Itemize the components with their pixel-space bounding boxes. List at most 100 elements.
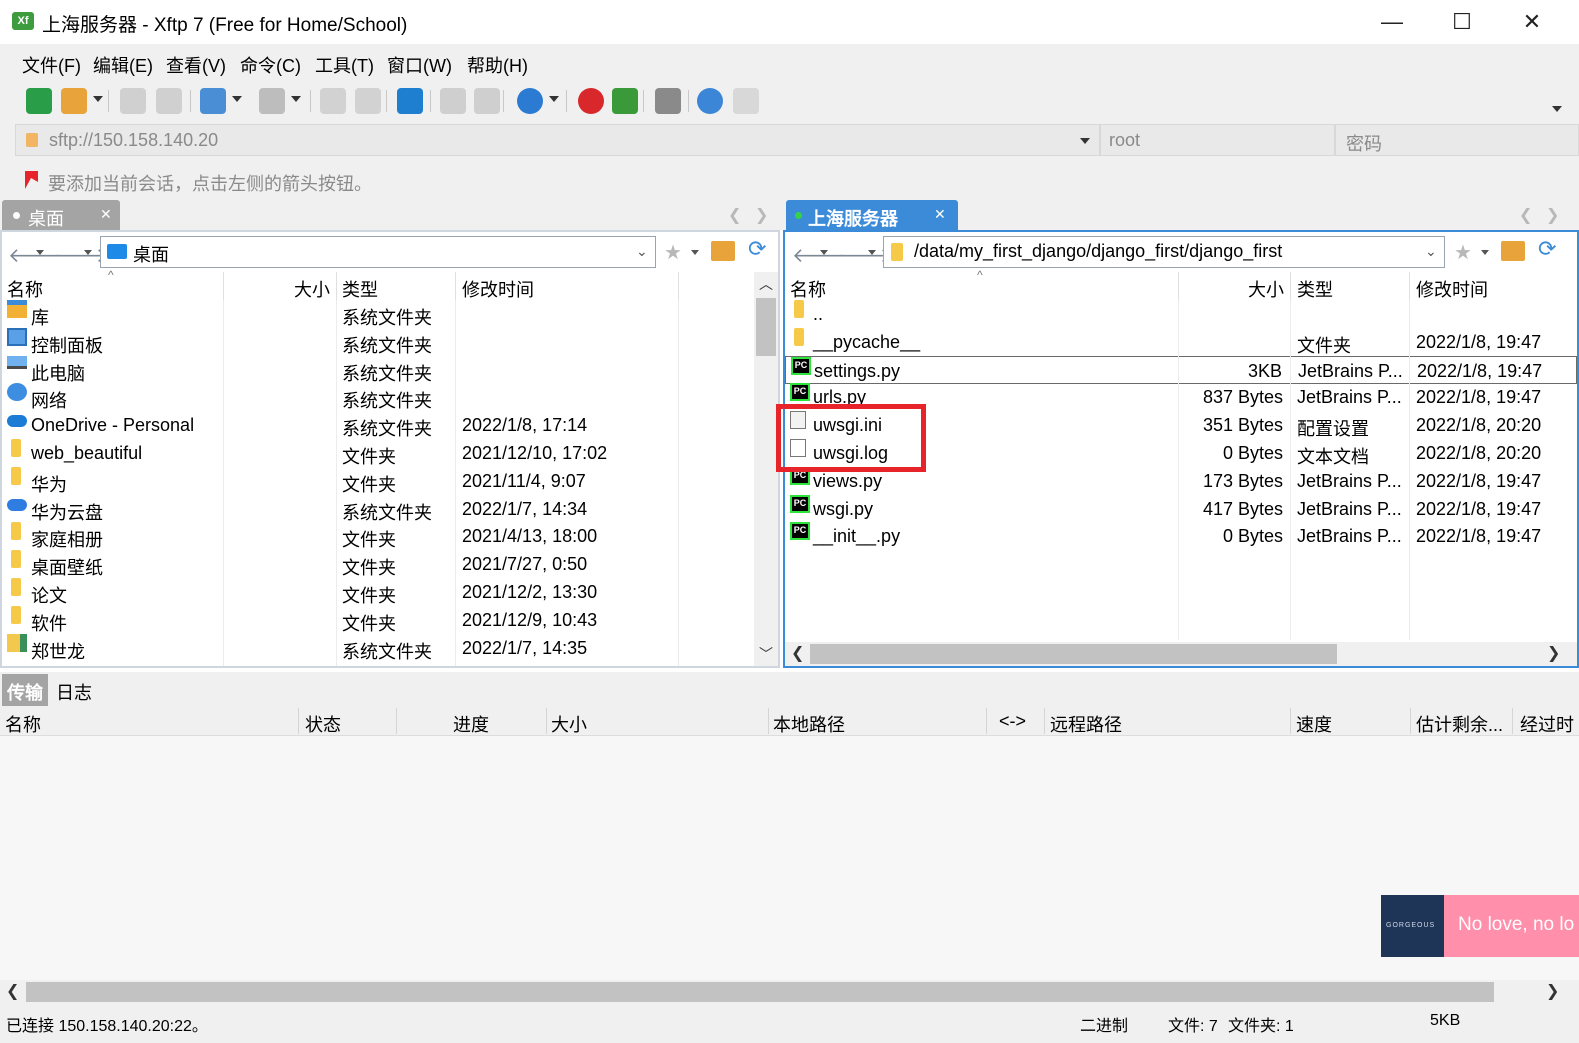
remote-path-input[interactable]: /data/my_first_django/django_first/djang…	[883, 236, 1445, 268]
menu-item[interactable]: 编辑(E)	[93, 52, 153, 78]
scroll-left-icon[interactable]: ❮	[791, 643, 804, 663]
table-row[interactable]: 软件 文件夹 2021/12/9, 10:43	[2, 605, 754, 634]
toolbar-overflow-icon[interactable]	[1552, 106, 1562, 112]
table-row[interactable]: ..	[785, 300, 1577, 328]
tab-scroll-left-icon[interactable]: ❮	[1519, 205, 1532, 225]
favorite-star-icon[interactable]: ★	[1454, 240, 1472, 265]
menu-item[interactable]: 窗口(W)	[387, 52, 452, 78]
dropdown-arrow-icon[interactable]	[93, 96, 103, 102]
table-row[interactable]: 家庭相册 文件夹 2021/4/13, 18:00	[2, 522, 754, 550]
transfer-col[interactable]: 大小	[551, 711, 587, 737]
password-field[interactable]: 密码	[1335, 124, 1579, 156]
scroll-down-icon[interactable]: ﹀	[759, 644, 773, 664]
tab-scroll-left-icon[interactable]: ❮	[728, 205, 741, 225]
scroll-thumb[interactable]	[756, 298, 776, 356]
sync-icon[interactable]	[200, 88, 226, 114]
table-row[interactable]: 华为 文件夹 2021/11/4, 9:07	[2, 466, 754, 495]
refresh-icon[interactable]: ⟳	[1538, 236, 1556, 262]
reconnect-icon[interactable]	[156, 88, 182, 114]
path-dropdown-icon[interactable]: ⌄	[636, 243, 648, 260]
close-window-button[interactable]: ✕	[1497, 0, 1567, 44]
table-row[interactable]: 此电脑 系统文件夹	[2, 355, 754, 384]
settings-icon[interactable]	[655, 88, 681, 114]
download-icon[interactable]	[355, 88, 381, 114]
upload-icon[interactable]	[320, 88, 346, 114]
open-folder-icon[interactable]	[61, 88, 87, 114]
globe-icon[interactable]	[517, 88, 543, 114]
scroll-right-icon[interactable]: ❯	[1547, 643, 1560, 663]
xftp-icon[interactable]	[612, 88, 638, 114]
col-name[interactable]: 名称	[790, 276, 826, 302]
tab-close-icon[interactable]: ✕	[100, 206, 112, 223]
table-row[interactable]: 控制面板 系统文件夹	[2, 327, 754, 356]
table-row[interactable]: 桌面壁纸 文件夹 2021/7/27, 0:50	[2, 550, 754, 578]
menu-item[interactable]: 命令(C)	[240, 52, 301, 78]
refresh-icon[interactable]: ⟳	[748, 236, 766, 262]
home-folder-icon[interactable]	[1501, 241, 1525, 261]
col-modified[interactable]: 修改时间	[1416, 276, 1488, 302]
col-size[interactable]: 大小	[1248, 276, 1284, 302]
table-row[interactable]: OneDrive - Personal 系统文件夹 2022/1/8, 17:14	[2, 411, 754, 439]
favorite-star-icon[interactable]: ★	[664, 240, 682, 265]
col-type[interactable]: 类型	[342, 276, 378, 302]
col-size[interactable]: 大小	[294, 276, 330, 302]
transfer-col[interactable]: 本地路径	[773, 711, 845, 737]
transfer-col[interactable]: 经过时	[1520, 711, 1574, 737]
xshell-icon[interactable]	[578, 88, 604, 114]
scroll-thumb[interactable]	[810, 644, 1337, 664]
table-row[interactable]: 华为云盘 系统文件夹 2022/1/7, 14:34	[2, 495, 754, 523]
tab-transfer[interactable]: 传输	[2, 674, 48, 706]
menu-item[interactable]: 查看(V)	[166, 52, 226, 78]
favorite-dropdown-icon[interactable]	[1481, 250, 1489, 255]
path-dropdown-icon[interactable]: ⌄	[1425, 243, 1437, 260]
table-row[interactable]: __pycache__ 文件夹 2022/1/8, 19:47	[785, 327, 1577, 356]
new-session-icon[interactable]	[26, 88, 52, 114]
col-name[interactable]: 名称	[7, 276, 43, 302]
table-row[interactable]: PC wsgi.py 417 Bytes JetBrains P... 2022/1/8…	[785, 494, 1577, 523]
table-row[interactable]: web_beautiful 文件夹 2021/12/10, 17:02	[2, 439, 754, 467]
paste-icon[interactable]	[474, 88, 500, 114]
menu-item[interactable]: 帮助(H)	[467, 52, 528, 78]
dropdown-arrow-icon[interactable]	[291, 96, 301, 102]
home-folder-icon[interactable]	[711, 241, 735, 261]
tab-scroll-right-icon[interactable]: ❯	[1546, 205, 1559, 225]
dropdown-arrow-icon[interactable]	[232, 96, 242, 102]
transfer-col[interactable]: 名称	[5, 711, 41, 737]
transfer-icon[interactable]	[397, 88, 423, 114]
help-icon[interactable]	[697, 88, 723, 114]
disconnect-icon[interactable]	[120, 88, 146, 114]
transfer-col[interactable]: 状态	[305, 711, 341, 737]
menu-item[interactable]: 文件(F)	[22, 52, 81, 78]
minimize-window-button[interactable]: —	[1357, 0, 1427, 44]
table-row[interactable]: 网络 系统文件夹	[2, 383, 754, 411]
transfer-col[interactable]: 进度	[453, 711, 489, 737]
table-row[interactable]: 库 系统文件夹	[2, 300, 754, 328]
local-path-input[interactable]: 桌面 ⌄	[100, 236, 656, 268]
favorite-dropdown-icon[interactable]	[691, 250, 699, 255]
bookmark-arrow-icon[interactable]	[22, 170, 40, 190]
col-modified[interactable]: 修改时间	[462, 276, 534, 302]
table-row[interactable]: PC __init__.py 0 Bytes JetBrains P... 2022/1…	[785, 522, 1577, 550]
forward-dropdown-icon[interactable]	[868, 250, 876, 255]
col-type[interactable]: 类型	[1297, 276, 1333, 302]
chat-icon[interactable]	[733, 88, 759, 114]
tab-scroll-right-icon[interactable]: ❯	[755, 205, 768, 225]
scroll-up-icon[interactable]: ︿	[759, 274, 773, 294]
maximize-window-button[interactable]: ☐	[1427, 0, 1497, 44]
transfer-col[interactable]: 速度	[1296, 711, 1332, 737]
dropdown-arrow-icon[interactable]	[549, 96, 559, 102]
terminal-icon[interactable]	[259, 88, 285, 114]
tab-local[interactable]: 桌面 ✕	[2, 200, 120, 231]
tab-log[interactable]: 日志	[56, 679, 92, 705]
transfer-col[interactable]: 远程路径	[1050, 711, 1122, 737]
tab-remote[interactable]: 上海服务器 ✕	[786, 200, 958, 231]
scroll-right-icon[interactable]: ❯	[1546, 981, 1559, 1001]
address-input[interactable]: sftp://150.158.140.20	[15, 124, 1100, 156]
table-row[interactable]: 论文 文件夹 2021/12/2, 13:30	[2, 578, 754, 606]
table-row[interactable]: PC settings.py 3KB JetBrains P... 2022/1/8, …	[785, 355, 1577, 384]
local-vertical-scrollbar[interactable]: ︿ ﹀	[754, 272, 778, 666]
transfer-col[interactable]: <->	[999, 711, 1026, 732]
transfer-col[interactable]: 估计剩余...	[1416, 711, 1503, 737]
forward-dropdown-icon[interactable]	[84, 250, 92, 255]
back-dropdown-icon[interactable]	[820, 250, 828, 255]
